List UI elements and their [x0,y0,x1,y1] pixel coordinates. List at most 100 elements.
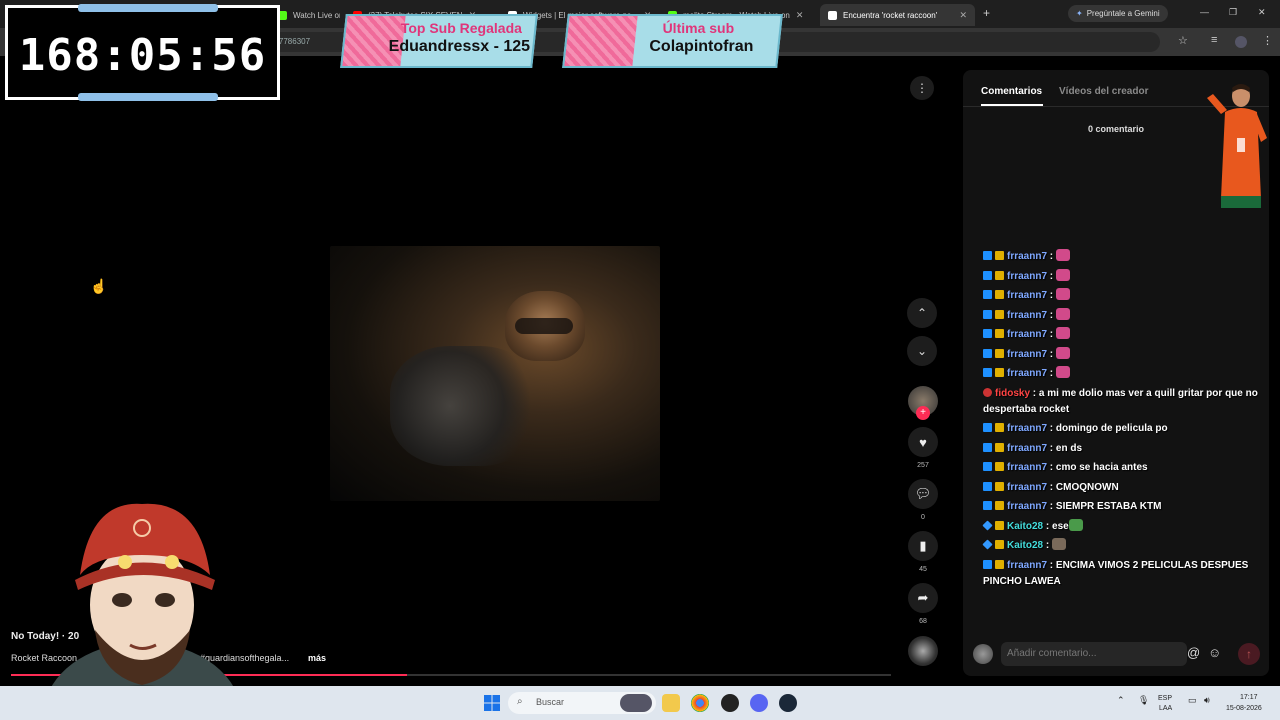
chat-username[interactable]: frraann7 [1007,290,1047,301]
comment-button[interactable]: 💬︎ [908,479,938,509]
chat-badge-icon [983,309,992,319]
top-sub-value: Eduandressx - 125 [388,38,531,55]
obs-icon[interactable] [721,694,739,712]
tab-creator-videos[interactable]: Vídeos del creador [1059,86,1148,97]
volume-icon[interactable]: 🔊︎ [1204,695,1210,706]
chat-username[interactable]: frraann7 [1007,462,1047,473]
previous-video-button[interactable]: ⌃ [907,298,937,328]
chat-text: CMOQNOWN [1055,481,1119,493]
chat-badge-icon [995,481,1004,491]
chat-username[interactable]: frraann7 [1007,271,1047,282]
chat-badge-icon [982,539,993,550]
chat-emote-icon [1055,327,1070,339]
video-player[interactable] [330,246,660,501]
chat-username[interactable]: frraann7 [1007,310,1047,321]
chat-badge-icon [995,270,1004,280]
chat-username[interactable]: frraann7 [1007,368,1047,379]
microphone-icon[interactable]: 🎙︎ [1138,695,1149,706]
chat-badge-icon [995,368,1004,377]
caption-more-link[interactable]: más [308,653,326,663]
language-layout[interactable]: LAA [1159,705,1172,712]
like-button[interactable]: ♥ [908,427,938,457]
heart-icon: ♥ [919,434,927,450]
chat-emote-icon [1055,346,1070,359]
share-button[interactable]: ➦ [908,583,938,613]
chat-text: SIEMPR ESTABA KTM [1055,501,1162,512]
music-disc-icon[interactable] [908,636,938,666]
last-sub-title: Última sub [662,20,735,36]
browser-tab[interactable]: Watch Live on...✕ [270,4,340,26]
chat-message: frraann7 : [983,346,1268,363]
minimize-icon[interactable]: — [1200,7,1209,17]
top-sub-title: Top Sub Regalada [400,20,522,36]
tab-close-icon[interactable]: ✕ [959,10,967,21]
mention-icon[interactable]: @ [1187,645,1200,660]
chat-emote-icon [1055,288,1070,300]
taskbar-search[interactable]: ⌕ Buscar [508,692,656,714]
profile-icon[interactable] [1235,36,1247,48]
tray-overflow-icon[interactable]: ⌃ [1117,695,1125,706]
more-options-icon[interactable]: ⋮ [910,76,934,100]
bookmark-icon: ▮ [919,538,927,553]
close-window-icon[interactable]: ✕ [1258,7,1266,18]
stream-chat-overlay: frraann7 : frraann7 : frraann7 : frraann… [982,249,1268,593]
tab-close-icon[interactable]: ✕ [796,10,804,21]
chat-badge-icon [995,309,1004,319]
chat-message: frraann7 : [983,268,1268,285]
send-comment-button[interactable]: ↑ [1238,643,1260,665]
restore-icon[interactable]: ❐ [1229,7,1237,18]
chat-username[interactable]: frraann7 [1007,482,1047,493]
chat-message: frraann7 : en ds [983,441,1268,457]
last-sub-value: Colapintofran [649,38,754,55]
windows-start-icon[interactable] [484,695,500,711]
chrome-icon[interactable] [691,694,709,712]
save-button[interactable]: ▮ [908,531,938,561]
discord-icon[interactable] [750,694,768,712]
extensions-icon[interactable]: ≡ [1211,34,1217,46]
bookmark-star-icon[interactable]: ☆ [1178,34,1188,47]
chat-message: frraann7 : cmo se hacia antes [983,460,1268,476]
gemini-button[interactable]: ✦ Pregúntale a Gemini [1068,5,1168,22]
clock-time[interactable]: 17:17 [1240,694,1258,701]
steam-icon[interactable] [779,694,797,712]
chat-emote-icon [1055,249,1070,261]
network-icon[interactable]: ▭ [1188,695,1197,706]
chat-username[interactable]: frraann7 [1007,560,1047,571]
comment-input[interactable]: Añadir comentario... [1001,642,1187,666]
chat-username[interactable]: Kaito28 [1007,521,1043,532]
search-placeholder: Buscar [536,697,565,707]
chat-username[interactable]: frraann7 [1007,423,1047,434]
file-explorer-icon[interactable] [662,694,680,712]
chat-badge-icon [995,290,1004,299]
tab-label: Encuentra 'rocket raccoon' [843,10,938,20]
language-code[interactable]: ESP [1158,695,1172,702]
tab-comments[interactable]: Comentarios [981,86,1042,97]
chat-username[interactable]: frraann7 [1007,329,1047,340]
chat-username[interactable]: Kaito28 [1007,540,1043,551]
chat-message: frraann7 : [983,307,1268,324]
emoji-icon[interactable]: ☺ [1208,645,1221,660]
chat-username[interactable]: frraann7 [1007,251,1047,262]
like-count: 257 [917,462,929,469]
share-group: ➦ 68 [907,583,939,625]
chat-badge-icon [995,540,1004,549]
clock-date[interactable]: 15-08-2026 [1226,705,1262,712]
chat-username[interactable]: frraann7 [1007,349,1047,360]
new-tab-button[interactable]: + [983,6,990,20]
chat-emote-icon [1052,538,1067,550]
browser-tab[interactable]: Encuentra 'rocket raccoon' ✕ [820,4,975,26]
chat-username[interactable]: frraann7 [1007,443,1047,454]
chat-message: frraann7 : [983,366,1268,382]
browser-menu-icon[interactable]: ⋮ [1262,34,1273,47]
chat-badge-icon [983,559,992,569]
chat-badge-icon [995,501,1004,510]
follow-plus-icon[interactable]: + [916,406,930,420]
next-video-button[interactable]: ⌄ [907,336,937,366]
chat-emote-icon [1068,518,1083,531]
chat-username[interactable]: fidosky [995,388,1030,399]
chat-emote-icon [1055,307,1070,320]
chat-username[interactable]: frraann7 [1007,501,1047,512]
chat-emote-icon [1055,366,1070,378]
last-sub-banner: Última sub Colapintofran [562,14,783,68]
user-avatar [973,644,993,664]
